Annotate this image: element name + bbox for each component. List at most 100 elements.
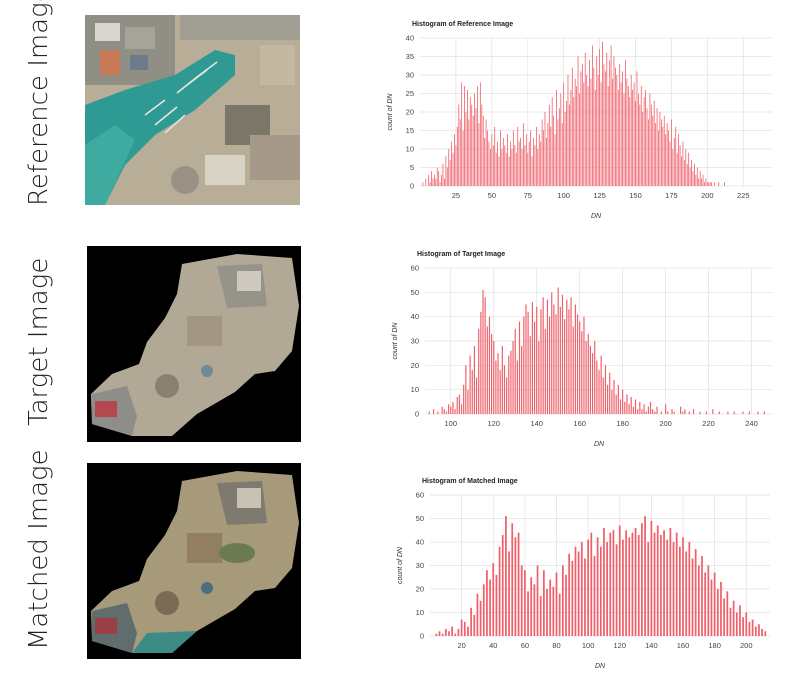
- chart-1-xtick-label: 120: [487, 419, 500, 428]
- chart-2-bar: [448, 631, 450, 636]
- row-label-matched: Matched Image: [24, 449, 54, 650]
- chart-1-ytick-label: 20: [411, 361, 419, 370]
- chart-2-bar: [675, 532, 678, 636]
- chart-1-bar: [478, 328, 480, 414]
- chart-0-bar: [694, 163, 695, 186]
- chart-2-bar: [514, 537, 517, 636]
- chart-0-bar: [514, 145, 516, 186]
- chart-0-bar: [546, 137, 547, 186]
- chart-2-bar: [612, 530, 615, 636]
- chart-2-bar: [609, 532, 612, 636]
- chart-0-bar: [464, 86, 465, 186]
- chart-0-bar: [606, 52, 608, 186]
- chart-0-xtick-label: 125: [593, 191, 606, 200]
- chart-0-bar: [540, 141, 542, 186]
- chart-2-bar: [587, 539, 590, 636]
- chart-0-xlabel: DN: [591, 213, 602, 220]
- chart-1-bar: [559, 306, 561, 414]
- chart-1-bar: [546, 299, 549, 414]
- chart-0-bar: [504, 145, 506, 186]
- chart-0-bar: [599, 49, 600, 186]
- chart-1-bar: [467, 389, 469, 414]
- chart-0-bar: [614, 67, 616, 186]
- chart-0-bar: [635, 100, 636, 186]
- chart-0-bar: [484, 137, 486, 186]
- chart-2-ytick-label: 60: [416, 491, 424, 500]
- chart-2-bar: [536, 565, 539, 636]
- chart-1-bar: [643, 404, 645, 414]
- chart-0-bar: [706, 182, 708, 186]
- chart-0-bar: [636, 71, 638, 186]
- chart-0-bar: [617, 89, 619, 186]
- chart-1-bar: [572, 326, 574, 414]
- chart-0-bar: [579, 93, 580, 186]
- chart-2-xtick-label: 40: [489, 641, 497, 650]
- chart-2-xtick-label: 80: [552, 641, 560, 650]
- chart-0-bar: [597, 75, 599, 186]
- chart-0-bar: [469, 97, 471, 186]
- chart-0-bar: [711, 182, 713, 186]
- chart-2-bar: [505, 516, 507, 636]
- chart-0-bar: [704, 182, 705, 186]
- chart-0-bar: [485, 119, 487, 186]
- chart-1-bar: [570, 297, 572, 414]
- chart-0-bar: [521, 149, 523, 186]
- chart-0-bar: [683, 160, 685, 186]
- chart-0-bar: [428, 174, 430, 186]
- chart-1-bar: [596, 360, 598, 414]
- chart-1-bar: [510, 350, 512, 414]
- chart-0-bar: [456, 126, 458, 186]
- chart-0-bar: [429, 182, 431, 186]
- chart-1-bar: [680, 406, 682, 414]
- chart-1-bar: [604, 365, 607, 414]
- chart-0-bar: [702, 174, 704, 186]
- chart-1-bar: [639, 401, 641, 414]
- chart-0-bar: [675, 126, 677, 186]
- chart-0-bar: [658, 130, 659, 186]
- chart-0-bar: [666, 123, 668, 186]
- chart-0-bar: [449, 160, 451, 186]
- chart-1-bar: [491, 333, 493, 414]
- chart-2-bar: [726, 591, 729, 636]
- chart-0-bar: [465, 112, 467, 186]
- chart-2-bar: [707, 565, 710, 636]
- chart-2-bar: [650, 520, 653, 636]
- chart-1-bar: [501, 345, 503, 414]
- chart-0-bar: [535, 126, 537, 186]
- chart-1-bar: [484, 297, 486, 414]
- chart-0-bar: [672, 149, 674, 186]
- chart-1-bar: [460, 404, 463, 414]
- chart-0-bar: [660, 119, 662, 186]
- chart-2-bar: [663, 530, 665, 636]
- chart-2-bar: [486, 570, 488, 636]
- chart-0-bar: [698, 178, 700, 186]
- chart-2-bar: [533, 584, 536, 636]
- chart-1-bar: [763, 411, 765, 414]
- chart-0-xtick-label: 200: [701, 191, 714, 200]
- chart-2-bar: [508, 551, 510, 636]
- chart-0-bar: [564, 112, 566, 186]
- chart-1-bar: [727, 411, 729, 414]
- chart-1-bar: [493, 341, 495, 414]
- chart-0-bar: [649, 93, 651, 186]
- chart-0-bar: [593, 67, 595, 186]
- chart-1-bar: [581, 331, 583, 414]
- chart-2-bar: [754, 626, 757, 636]
- chart-2-bar: [751, 619, 754, 636]
- chart-0-bar: [570, 89, 572, 186]
- chart-0-bar: [604, 71, 606, 186]
- chart-0-xtick-label: 175: [665, 191, 678, 200]
- chart-0-bar: [584, 52, 586, 186]
- chart-2-bar: [644, 516, 646, 636]
- chart-0-bar: [512, 130, 514, 186]
- chart-0-bar: [573, 97, 575, 186]
- chart-2-bar: [451, 626, 454, 636]
- chart-1-bar: [699, 411, 701, 414]
- chart-1-bar: [665, 404, 667, 414]
- row-label-target: Target Image: [24, 257, 54, 426]
- chart-2-bar: [542, 570, 545, 636]
- chart-2-bar: [596, 537, 599, 636]
- chart-0-bar: [452, 152, 454, 186]
- chart-1-bar: [531, 302, 533, 414]
- chart-1-bar: [671, 409, 673, 414]
